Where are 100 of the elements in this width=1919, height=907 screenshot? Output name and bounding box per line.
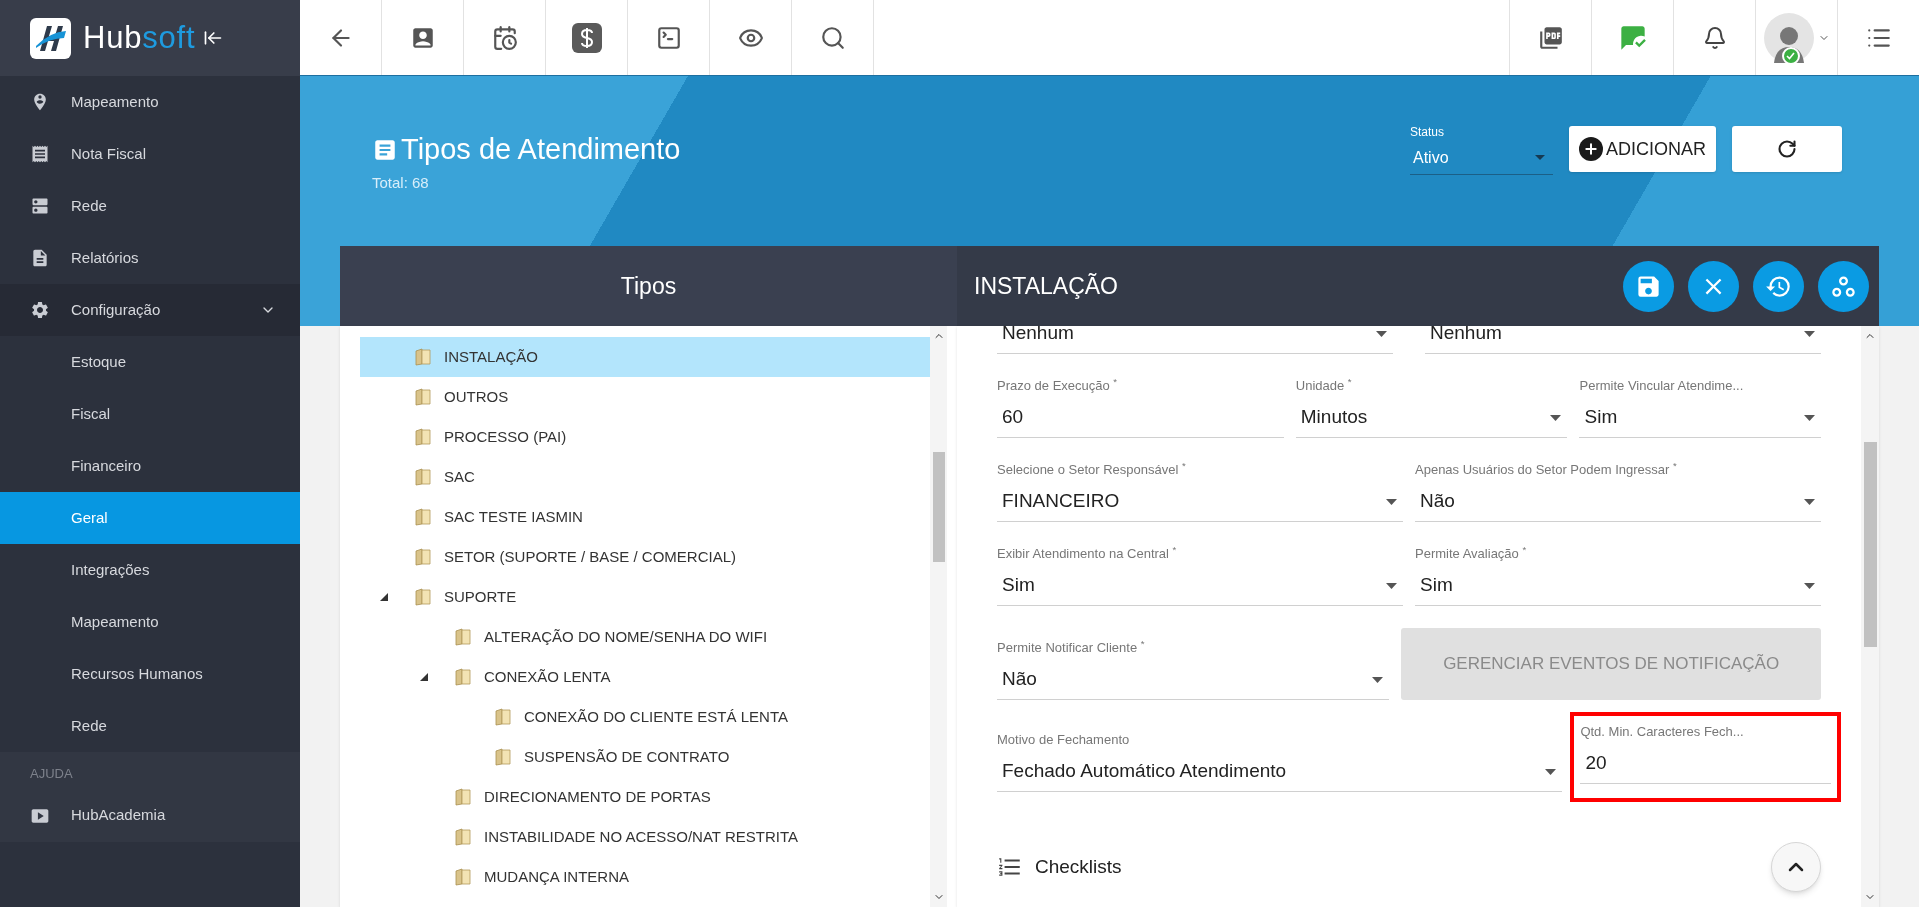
panel-title: Tipos [620, 271, 677, 301]
section-heading: AJUDA [29, 765, 74, 783]
tree-item[interactable]: CONEXÃO DO CLIENTE ESTÁ LENTA [360, 697, 930, 737]
sidebar-item[interactable]: Nota Fiscal [0, 128, 300, 180]
select-field[interactable]: Sim [1579, 398, 1821, 438]
tree-item[interactable]: SETOR (SUPORTE / BASE / COMERCIAL) [360, 537, 930, 577]
tree-item[interactable]: SUPORTE [360, 577, 930, 617]
chat-check-icon [1618, 23, 1647, 52]
sidebar-item[interactable]: HubAcademia [0, 789, 300, 842]
folder-icon [413, 467, 433, 487]
folder-icon [413, 587, 433, 607]
folder-icon [493, 747, 513, 767]
dropdown-arrow-icon [1804, 414, 1815, 421]
search-icon [819, 24, 846, 51]
select-field[interactable]: Sim [1415, 566, 1821, 606]
scroll-top-button[interactable] [1771, 842, 1821, 892]
folder-icon [413, 347, 433, 367]
select-field[interactable]: Fechado Automático Atendimento [997, 752, 1563, 792]
select-field[interactable]: Nenhum [997, 326, 1393, 354]
pdf-file-icon [1537, 24, 1564, 51]
tree-item-label: SUSPENSÃO DE CONTRATO [524, 746, 730, 767]
sidebar-item[interactable]: Mapeamento [0, 76, 300, 128]
scroll-thumb[interactable] [1863, 442, 1877, 647]
tree-item[interactable]: INSTALAÇÃO [360, 337, 930, 377]
logo-icon [30, 17, 71, 59]
tree-item[interactable]: ALTERAÇÃO DO NOME/SENHA DO WIFI [360, 617, 930, 657]
tree-item-label: SAC TESTE IASMIN [444, 506, 583, 527]
tree-item[interactable]: SUSPENSÃO DE CONTRATO [360, 737, 930, 777]
scrollbar[interactable] [930, 326, 947, 907]
folder-icon [413, 547, 433, 567]
folder-icon [413, 387, 433, 407]
sidebar-item[interactable]: Estoque [0, 336, 300, 388]
folder-icon [453, 867, 473, 887]
field-label: Prazo de Execução $^{*}$ [997, 376, 1119, 395]
tree-item-label: OUTROS [444, 386, 509, 407]
select-field[interactable]: Nenhum [1425, 326, 1821, 354]
sidebar-item[interactable]: Integrações [0, 544, 300, 596]
tree-item[interactable]: INSTABILIDADE NO ACESSO/NAT RESTRITA [360, 817, 930, 857]
field-label: Motivo de Fechamento [997, 731, 1131, 749]
scrollbar[interactable] [1861, 326, 1879, 907]
tree-item-label: PROCESSO (PAI) [444, 426, 567, 447]
sidebar-item[interactable]: Recursos Humanos [0, 648, 300, 700]
sidebar-item[interactable]: Rede [0, 700, 300, 752]
tree-item-label: SUPORTE [444, 586, 517, 607]
select-field[interactable]: Minutos [1295, 398, 1568, 438]
tree-item[interactable]: SAC TESTE IASMIN [360, 497, 930, 537]
sidebar-item[interactable]: Relatórios [0, 232, 300, 284]
calendar-clock-icon [491, 24, 518, 51]
plus-icon [1579, 137, 1603, 161]
close-button[interactable] [1688, 260, 1739, 312]
tree-item-label: ALTERAÇÃO DO NOME/SENHA DO WIFI [484, 626, 768, 647]
sidebar-item[interactable]: Mapeamento [0, 596, 300, 648]
sidebar-item[interactable]: Financeiro [0, 440, 300, 492]
folder-icon [453, 627, 473, 647]
status-select[interactable]: Ativo [1410, 141, 1553, 175]
select-field[interactable]: Não [1415, 482, 1821, 522]
tree-item[interactable]: DIRECIONAMENTO DE PORTAS [360, 777, 930, 817]
terminal-icon [655, 24, 682, 51]
status-label: Status [1410, 124, 1445, 141]
tree-item[interactable]: SAC [360, 457, 930, 497]
sidebar-item[interactable]: Rede [0, 180, 300, 232]
panel-title: INSTALAÇÃO [974, 271, 1119, 301]
tree-item-label: DIRECIONAMENTO DE PORTAS [484, 786, 711, 807]
expand-triangle-icon[interactable] [420, 673, 428, 681]
section-title: Checklists [1035, 854, 1123, 879]
select-field[interactable]: Não [997, 660, 1390, 700]
refresh-button[interactable] [1732, 126, 1842, 172]
tree-item[interactable]: CONEXÃO LENTA [360, 657, 930, 697]
expand-triangle-icon[interactable] [380, 593, 388, 601]
dropdown-arrow-icon [1372, 676, 1384, 683]
input-field[interactable]: 60 [997, 398, 1284, 438]
input-field[interactable]: 20 [1580, 744, 1831, 784]
select-field[interactable]: Sim [997, 566, 1403, 606]
field-label: Unidade $^{*}$ [1295, 376, 1353, 395]
scroll-thumb[interactable] [932, 452, 945, 562]
tree-item-label: SAC [444, 466, 475, 487]
tree-item[interactable]: PROCESSO (PAI) [360, 417, 930, 457]
tree-item[interactable]: MUDANÇA INTERNA [360, 857, 930, 897]
add-button[interactable]: ADICIONAR [1569, 126, 1716, 172]
field-label: Permite Vincular Atendime... [1579, 377, 1745, 395]
history-button[interactable] [1753, 260, 1804, 312]
refresh-icon [1777, 139, 1797, 159]
tree-item-label: CONEXÃO DO CLIENTE ESTÁ LENTA [524, 706, 788, 727]
field-label: Exibir Atendimento na Central $^{*}$ [997, 544, 1178, 563]
tree-item[interactable]: OUTROS [360, 377, 930, 417]
field-label: Apenas Usuários do Setor Podem Ingressar $^{*}$ [1415, 460, 1678, 479]
tree-item-label: CONEXÃO LENTA [484, 666, 611, 687]
dropdown-arrow-icon [1535, 155, 1545, 160]
sidebar-item[interactable]: Fiscal [0, 388, 300, 440]
options-button[interactable] [1818, 260, 1869, 312]
folder-icon [453, 827, 473, 847]
dropdown-arrow-icon [1804, 582, 1815, 589]
page-title: Tipos de Atendimento [401, 132, 681, 167]
tree-item-label: MUDANÇA INTERNA [484, 866, 629, 887]
sidebar-item[interactable]: Configuração [0, 284, 300, 336]
collapse-arrow-icon[interactable] [203, 28, 224, 48]
select-field[interactable]: FINANCEIRO [997, 482, 1403, 522]
folder-icon [413, 427, 433, 447]
folder-icon [493, 707, 513, 727]
save-button[interactable] [1623, 260, 1674, 312]
